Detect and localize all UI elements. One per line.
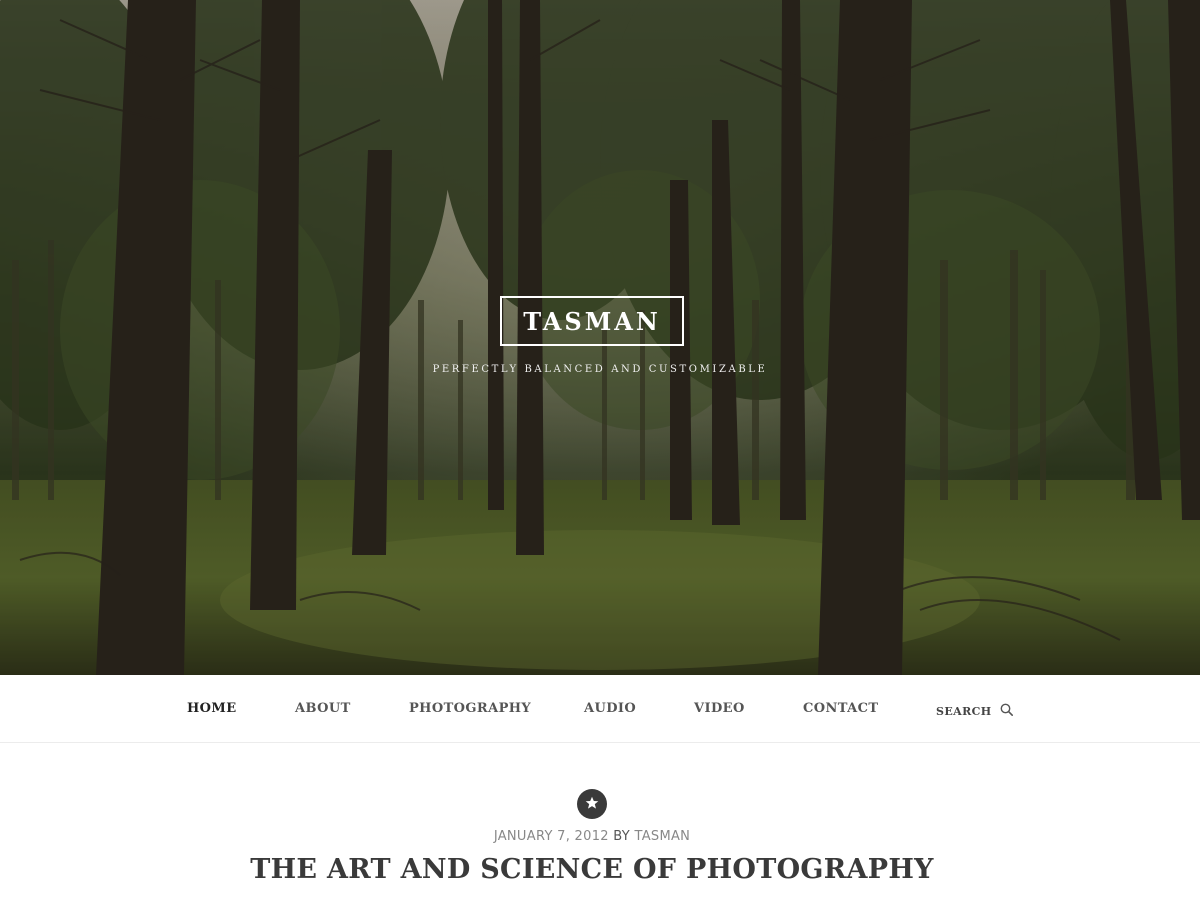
magnifier-icon	[1000, 703, 1013, 719]
nav-item-about[interactable]: ABOUT	[295, 701, 351, 719]
hero-header: TASMAN PERFECTLY BALANCED AND CUSTOMIZAB…	[0, 0, 1200, 675]
main-navigation: HOME ABOUT PHOTOGRAPHY AUDIO VIDEO CONTA…	[0, 675, 1200, 743]
site-title[interactable]: TASMAN	[523, 307, 661, 336]
search-label: SEARCH	[936, 704, 992, 718]
post-format-badge	[577, 789, 607, 819]
site-tagline: PERFECTLY BALANCED AND CUSTOMIZABLE	[432, 364, 768, 375]
post-title[interactable]: THE ART AND SCIENCE OF PHOTOGRAPHY	[0, 854, 1184, 885]
post-by: BY	[613, 829, 631, 844]
site-logo-box[interactable]: TASMAN	[500, 296, 684, 346]
nav-item-photography[interactable]: PHOTOGRAPHY	[409, 701, 531, 719]
star-icon	[585, 795, 599, 814]
search-toggle[interactable]: SEARCH	[936, 702, 1013, 720]
nav-item-video[interactable]: VIDEO	[694, 701, 745, 719]
nav-item-audio[interactable]: AUDIO	[584, 701, 636, 719]
nav-item-contact[interactable]: CONTACT	[803, 701, 878, 719]
post-date[interactable]: JANUARY 7, 2012	[494, 829, 609, 844]
post-meta: JANUARY 7, 2012 BY TASMAN	[0, 829, 1184, 844]
nav-item-home[interactable]: HOME	[187, 701, 237, 719]
post-author[interactable]: TASMAN	[634, 829, 690, 844]
